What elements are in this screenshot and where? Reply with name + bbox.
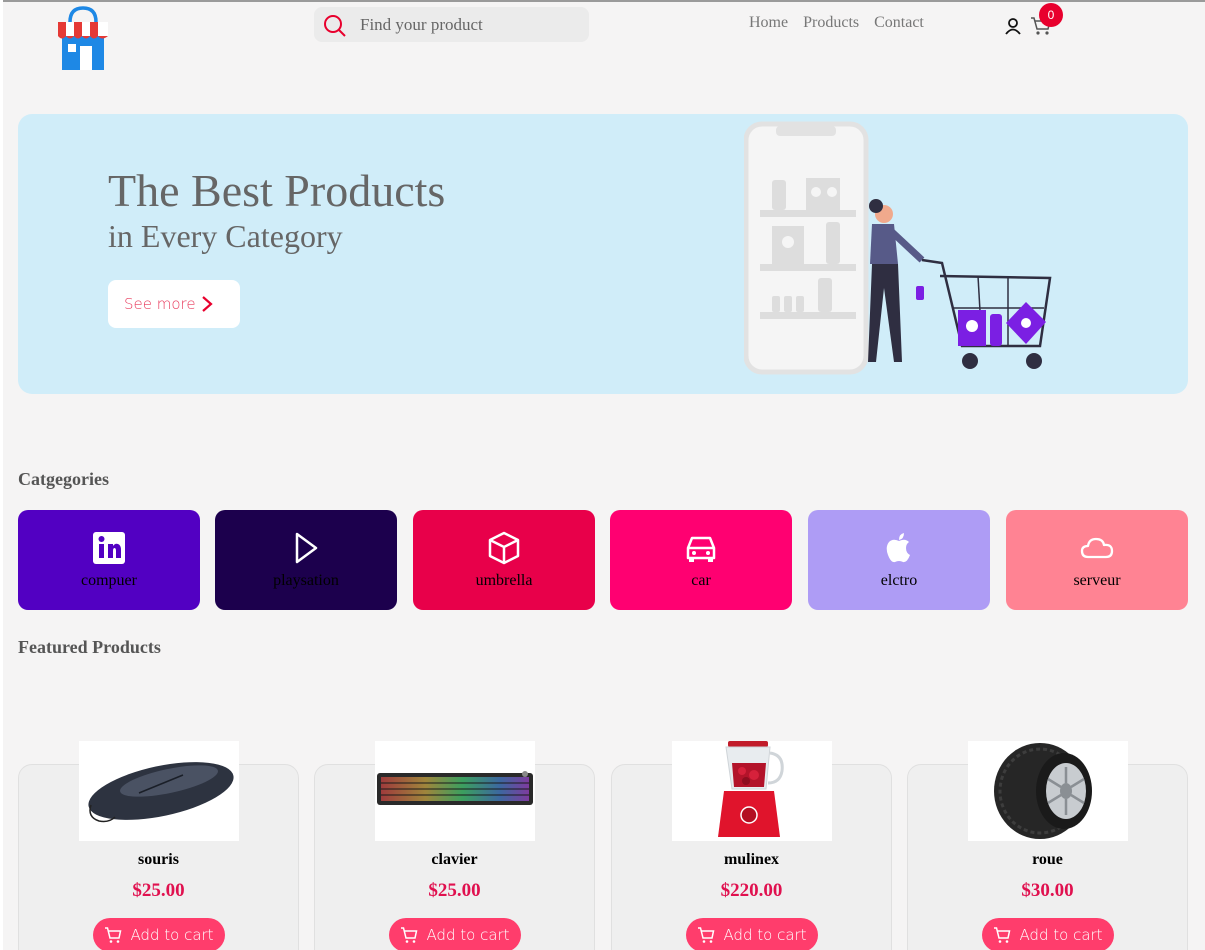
- tire-product-image[interactable]: [968, 741, 1128, 841]
- mouse-product-image[interactable]: [79, 741, 239, 841]
- cart-icon: [105, 927, 122, 943]
- add-to-cart-button[interactable]: Add to cart: [982, 918, 1114, 950]
- cloud-icon: [1080, 537, 1114, 559]
- cart-icon: [401, 927, 418, 943]
- category-label: umbrella: [475, 572, 533, 589]
- cart-count-badge: 0: [1039, 3, 1063, 27]
- category-card-elctro[interactable]: elctro: [808, 510, 990, 610]
- main-nav: Home Products Contact: [749, 14, 939, 32]
- box-icon: [488, 531, 520, 565]
- category-label: compuer: [81, 572, 137, 589]
- category-label: car: [691, 572, 711, 589]
- nav-home-link[interactable]: Home: [749, 14, 788, 32]
- product-price: $220.00: [720, 880, 783, 901]
- hero-subtitle: in Every Category: [108, 218, 343, 254]
- product-card-clavier[interactable]: clavier $25.00 Add to cart: [314, 741, 595, 950]
- car-icon: [686, 536, 716, 562]
- add-to-cart-button[interactable]: Add to cart: [686, 918, 818, 950]
- add-to-cart-button[interactable]: Add to cart: [389, 918, 521, 950]
- keyboard-product-image[interactable]: [375, 741, 535, 841]
- chevron-right-icon: [202, 296, 213, 312]
- apple-icon: [886, 533, 910, 563]
- product-card-souris[interactable]: souris $25.00 Add to cart: [18, 741, 299, 950]
- category-card-serveur[interactable]: serveur: [1006, 510, 1188, 610]
- product-name: roue: [1032, 851, 1063, 868]
- nav-contact-link[interactable]: Contact: [874, 14, 924, 32]
- play-icon: [295, 532, 318, 564]
- product-name: souris: [138, 851, 179, 868]
- products-grid: souris $25.00 Add to cart clavier $25.00…: [18, 740, 1188, 950]
- add-to-cart-label: Add to cart: [130, 926, 214, 944]
- category-label: playsation: [273, 572, 339, 589]
- shopping-illustration: [744, 121, 1052, 375]
- category-card-playsation[interactable]: playsation: [215, 510, 397, 610]
- search-bar[interactable]: [314, 7, 589, 42]
- search-input[interactable]: [360, 7, 580, 42]
- search-icon[interactable]: [323, 14, 347, 38]
- see-more-button[interactable]: See more: [108, 280, 240, 328]
- categories-row: compuer playsation umbrella car elctro s…: [18, 510, 1188, 610]
- store-logo-icon[interactable]: [56, 6, 110, 72]
- cart-icon: [994, 927, 1011, 943]
- see-more-label: See more: [124, 295, 196, 313]
- user-icon[interactable]: [1004, 17, 1022, 35]
- product-card-roue[interactable]: roue $30.00 Add to cart: [907, 741, 1188, 950]
- category-label: serveur: [1073, 572, 1121, 589]
- product-card-mulinex[interactable]: mulinex $220.00 Add to cart: [611, 741, 892, 950]
- top-border: [0, 0, 1205, 2]
- product-name: mulinex: [723, 851, 780, 868]
- product-name: clavier: [431, 851, 478, 868]
- add-to-cart-label: Add to cart: [426, 926, 510, 944]
- product-price: $25.00: [428, 880, 481, 901]
- category-label: elctro: [880, 572, 918, 589]
- category-card-car[interactable]: car: [610, 510, 792, 610]
- add-to-cart-label: Add to cart: [1019, 926, 1103, 944]
- category-card-umbrella[interactable]: umbrella: [413, 510, 595, 610]
- product-price: $30.00: [1021, 880, 1074, 901]
- left-border: [0, 0, 3, 950]
- product-price: $25.00: [132, 880, 185, 901]
- add-to-cart-label: Add to cart: [723, 926, 807, 944]
- blender-product-image[interactable]: [672, 741, 832, 841]
- categories-title: Catgegories: [18, 469, 109, 489]
- add-to-cart-button[interactable]: Add to cart: [93, 918, 225, 950]
- cart-icon: [698, 927, 715, 943]
- hero-banner: The Best Products in Every Category See …: [18, 114, 1188, 394]
- hero-title: The Best Products: [108, 165, 446, 216]
- linkedin-icon: [93, 532, 125, 564]
- category-card-compuer[interactable]: compuer: [18, 510, 200, 610]
- nav-products-link[interactable]: Products: [803, 14, 859, 32]
- featured-title: Featured Products: [18, 637, 161, 657]
